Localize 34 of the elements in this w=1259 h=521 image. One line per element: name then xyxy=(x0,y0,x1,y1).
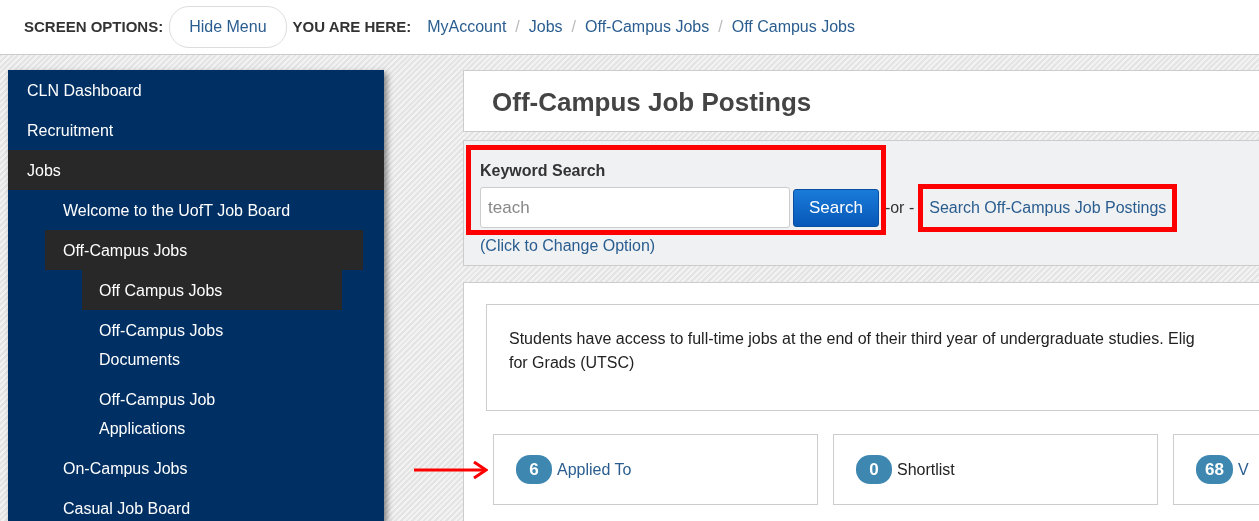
count-badge: 68 xyxy=(1196,454,1233,485)
keyword-search-label: Keyword Search xyxy=(480,161,607,181)
hide-menu-button[interactable]: Hide Menu xyxy=(169,6,287,48)
keyword-search-field[interactable]: teach xyxy=(480,187,790,228)
sidebar-item[interactable]: Off Campus Jobs xyxy=(82,270,342,310)
breadcrumb-separator: / xyxy=(515,17,520,37)
notice-text: Students have access to full-time jobs at the end of their third year of undergraduate studies. Elig for Grads (UTSC) xyxy=(509,329,1196,373)
stat-label: Shortlist xyxy=(897,459,955,480)
sidebar-item[interactable]: On-Campus Jobs xyxy=(45,448,363,488)
page-title: Off-Campus Job Postings xyxy=(492,86,813,119)
stat-link[interactable]: Applied To xyxy=(557,457,632,482)
sidebar-item[interactable]: Recruitment xyxy=(8,110,384,150)
change-option-link[interactable]: (Click to Change Option) xyxy=(480,234,656,258)
screen-options-label: SCREEN OPTIONS: xyxy=(24,16,164,37)
count-badge: 6 xyxy=(516,454,552,485)
sidebar-item[interactable]: Jobs xyxy=(8,150,384,190)
stat-link[interactable]: V xyxy=(1237,457,1249,482)
sidebar-item[interactable]: Welcome to the UofT Job Board xyxy=(45,190,363,230)
breadcrumb-link[interactable]: Off Campus Jobs xyxy=(731,15,855,39)
sidebar-item[interactable]: Casual Job Board xyxy=(45,488,363,521)
breadcrumb-separator: / xyxy=(571,17,577,37)
sidebar-item[interactable]: Off-Campus Jobs xyxy=(45,230,363,270)
count-badge: 0 xyxy=(856,454,892,485)
sidebar-item[interactable]: Off-Campus Jobs Documents xyxy=(82,310,342,379)
breadcrumb-link[interactable]: Jobs xyxy=(528,15,563,39)
or-separator: -or - xyxy=(884,197,915,218)
breadcrumb-label: YOU ARE HERE: xyxy=(292,16,412,37)
search-postings-link[interactable]: Search Off-Campus Job Postings xyxy=(918,183,1178,232)
breadcrumb-link[interactable]: MyAccount xyxy=(427,15,507,39)
search-button[interactable]: Search xyxy=(793,188,879,227)
breadcrumb-separator: / xyxy=(718,17,723,37)
sidebar-item[interactable]: Off-Campus Job Applications xyxy=(82,379,342,448)
breadcrumb-link[interactable]: Off-Campus Jobs xyxy=(585,15,710,39)
sidebar-item[interactable]: CLN Dashboard xyxy=(8,70,384,110)
